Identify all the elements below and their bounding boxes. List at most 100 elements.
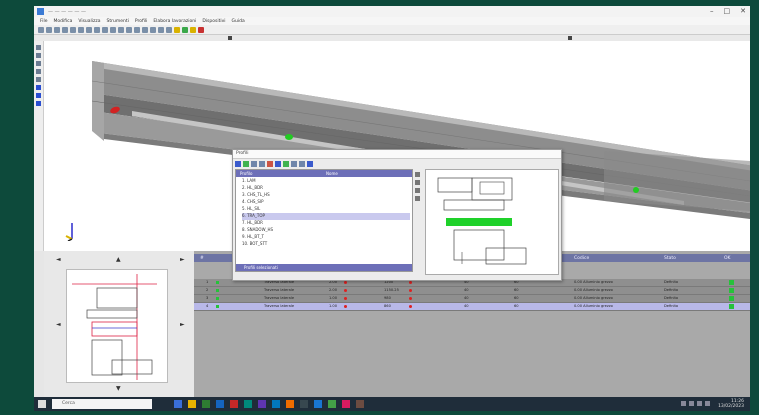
toolbar-button[interactable] — [150, 26, 156, 33]
ruler-marker-icon[interactable] — [228, 36, 232, 40]
list-item-selected[interactable]: 6. TRA_TOP — [242, 213, 410, 220]
save-icon[interactable] — [235, 160, 241, 167]
confirm-icon[interactable] — [283, 160, 289, 167]
list-item[interactable]: 9. HL_BT_T — [242, 234, 410, 241]
rotate-icon[interactable] — [414, 188, 420, 193]
menu-item[interactable]: File — [40, 19, 48, 24]
toolbar-button[interactable] — [78, 26, 84, 33]
row-check-icon[interactable] — [216, 305, 219, 308]
app-icon[interactable] — [314, 400, 322, 408]
arrow-down-icon[interactable]: ▼ — [116, 385, 121, 392]
list-item[interactable]: 5. HL_SIL — [242, 206, 410, 213]
tool-button[interactable] — [36, 61, 41, 66]
volume-icon[interactable] — [689, 401, 694, 406]
toolbar-button[interactable] — [70, 26, 76, 33]
copy-icon[interactable] — [251, 160, 257, 167]
toolbar-button[interactable] — [118, 26, 124, 33]
toolbar-button[interactable] — [38, 26, 44, 33]
app-icon[interactable] — [300, 400, 308, 408]
delete-icon[interactable] — [267, 160, 273, 167]
toolbar-button[interactable] — [166, 26, 172, 33]
app-icon[interactable] — [356, 400, 364, 408]
fit-icon[interactable] — [414, 196, 420, 201]
close-icon[interactable]: ✕ — [740, 7, 746, 15]
list-item[interactable]: 1. LAM — [242, 178, 410, 185]
tool-button[interactable] — [36, 85, 41, 90]
toolbar-button[interactable] — [110, 26, 116, 33]
grid-header-cell[interactable]: # — [200, 256, 204, 261]
toolbar-button[interactable] — [126, 26, 132, 33]
toolbar-button[interactable] — [158, 26, 164, 33]
app-icon[interactable] — [272, 400, 280, 408]
toolbar-button[interactable] — [86, 26, 92, 33]
app-icon[interactable] — [258, 400, 266, 408]
table-row[interactable]: 2 Traverso laterale 2.00 1150.25 40 60 0… — [194, 287, 750, 295]
list-item[interactable]: 8. SNADOW_HS — [242, 227, 410, 234]
app-icon[interactable] — [230, 400, 238, 408]
taskbar-search[interactable]: Cerca — [52, 399, 152, 409]
menu-item[interactable]: Elabora lavorazioni — [153, 19, 196, 24]
profile-preview[interactable] — [425, 169, 559, 275]
row-check-icon[interactable] — [216, 297, 219, 300]
start-icon[interactable] — [38, 400, 46, 408]
toolbar-button[interactable] — [46, 26, 52, 33]
pan-icon[interactable] — [414, 180, 420, 185]
list-item[interactable]: 10. BOT_STT — [242, 241, 410, 248]
menu-item[interactable]: Guida — [232, 19, 245, 24]
row-check-icon[interactable] — [216, 289, 219, 292]
tool-button[interactable] — [36, 69, 41, 74]
app-icon[interactable] — [202, 400, 210, 408]
toolbar-button[interactable] — [182, 26, 188, 33]
grid-header-cell[interactable]: Codice — [574, 256, 589, 261]
app-icon[interactable] — [244, 400, 252, 408]
app-icon[interactable] — [342, 400, 350, 408]
arrow-right-icon[interactable]: ► — [180, 256, 185, 263]
toolbar-button[interactable] — [174, 26, 180, 33]
menu-item[interactable]: Visualizza — [78, 19, 100, 24]
row-check-icon[interactable] — [216, 281, 219, 284]
toolbar-button[interactable] — [198, 26, 204, 33]
list-item[interactable]: 4. CHS_SIP — [242, 199, 410, 206]
menu-item[interactable]: Strumenti — [107, 19, 129, 24]
ruler-marker-icon[interactable] — [568, 36, 572, 40]
list-item[interactable]: 7. HL_BDR — [242, 220, 410, 227]
edit-icon[interactable] — [291, 160, 297, 167]
paste-icon[interactable] — [259, 160, 265, 167]
list-item[interactable]: 3. CHS_TL_HS — [242, 192, 410, 199]
language-icon[interactable] — [705, 401, 710, 406]
menu-item[interactable]: Profili — [135, 19, 147, 24]
list-header-profile[interactable]: Profilo — [240, 171, 252, 176]
zoom-icon[interactable] — [414, 172, 420, 177]
check-icon[interactable] — [243, 160, 249, 167]
toolbar-button[interactable] — [102, 26, 108, 33]
clock[interactable]: 11:26 13/02/2023 — [718, 399, 744, 409]
app-icon[interactable] — [328, 400, 336, 408]
arrow-right-icon[interactable]: ► — [180, 321, 185, 328]
menu-item[interactable]: Modifica — [54, 19, 73, 24]
profile-list[interactable]: Profilo Nome 1. LAM 2. HL_BDR 3. CHS_TL_… — [235, 169, 413, 272]
toolbar-button[interactable] — [190, 26, 196, 33]
toolbar-button[interactable] — [142, 26, 148, 33]
network-icon[interactable] — [681, 401, 686, 406]
tool-button[interactable] — [36, 53, 41, 58]
grid-header-cell[interactable]: Stato — [664, 256, 676, 261]
arrow-up-icon[interactable]: ▲ — [116, 256, 121, 263]
tool-icon[interactable] — [299, 160, 305, 167]
list-item[interactable]: 2. HL_BDR — [242, 185, 410, 192]
battery-icon[interactable] — [697, 401, 702, 406]
tool-button[interactable] — [36, 101, 41, 106]
file-explorer-icon[interactable] — [188, 400, 196, 408]
toolbar-button[interactable] — [134, 26, 140, 33]
list-header-name[interactable]: Nome — [326, 171, 338, 176]
app-icon[interactable] — [286, 400, 294, 408]
grid-header-cell[interactable]: OK — [724, 256, 731, 261]
minimize-icon[interactable]: – — [710, 7, 714, 15]
maximize-icon[interactable]: □ — [724, 7, 731, 15]
arrow-icon[interactable] — [275, 160, 281, 167]
browser-icon[interactable] — [216, 400, 224, 408]
refresh-icon[interactable] — [307, 160, 313, 167]
toolbar-button[interactable] — [54, 26, 60, 33]
table-row[interactable]: 3 Traverso laterale 1.00 980 40 60 0.00 … — [194, 295, 750, 303]
arrow-up-left-icon[interactable]: ◄ — [56, 256, 61, 263]
table-row-selected[interactable]: 4 Traverso laterale 1.00 860 40 60 0.00 … — [194, 303, 750, 311]
